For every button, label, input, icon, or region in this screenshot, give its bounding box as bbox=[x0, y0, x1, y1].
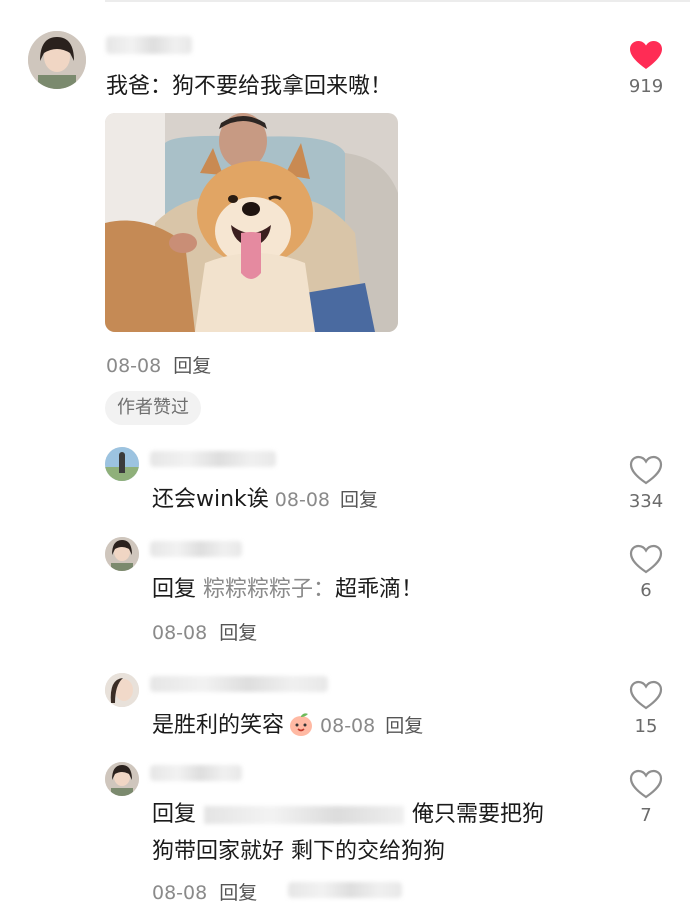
like-count: 6 bbox=[640, 580, 652, 601]
like-button[interactable]: 7 bbox=[616, 769, 676, 826]
heart-outline-icon bbox=[629, 680, 663, 710]
author-liked-badge: 作者赞过 bbox=[105, 391, 201, 425]
avatar[interactable] bbox=[105, 447, 139, 481]
reply-target-blurred[interactable] bbox=[204, 806, 405, 824]
reply-row: 是胜利的笑容 08-08 回复 bbox=[152, 711, 423, 741]
reply-button[interactable]: 回复 bbox=[385, 715, 423, 737]
username-blurred[interactable] bbox=[150, 676, 328, 692]
reply-meta: 08-08 回复 bbox=[152, 878, 257, 905]
like-count: 7 bbox=[640, 805, 652, 826]
username-blurred[interactable] bbox=[106, 36, 192, 54]
like-button[interactable]: 334 bbox=[616, 455, 676, 512]
reply-button[interactable]: 回复 bbox=[219, 882, 257, 904]
reply-date: 08-08 bbox=[274, 489, 331, 511]
comment-text: 我爸：狗不要给我拿回来嗷！ bbox=[106, 74, 393, 99]
peach-face-emoji bbox=[290, 713, 313, 736]
reply-meta: 08-08 回复 bbox=[152, 618, 257, 645]
like-button[interactable]: 15 bbox=[616, 680, 676, 737]
avatar[interactable] bbox=[105, 537, 139, 571]
username-blurred[interactable] bbox=[150, 541, 242, 557]
heart-filled-icon bbox=[630, 41, 662, 69]
reply-text-line2: 狗带回家就好 剩下的交给狗狗 bbox=[152, 839, 445, 864]
reply-text-line1: 俺只需要把狗 bbox=[412, 802, 545, 827]
username-blurred[interactable] bbox=[150, 451, 276, 467]
heart-outline-icon bbox=[629, 769, 663, 799]
reply-button[interactable]: 回复 bbox=[219, 622, 257, 644]
reply-prefix: 回复 bbox=[152, 802, 197, 827]
reply-row: 还会wink诶 08-08 回复 bbox=[152, 485, 378, 515]
comment-date: 08-08 bbox=[106, 355, 162, 377]
heart-outline-icon bbox=[629, 544, 663, 574]
like-button[interactable]: 919 bbox=[616, 40, 676, 97]
like-count: 919 bbox=[628, 76, 664, 97]
reply-button[interactable]: 回复 bbox=[173, 355, 211, 377]
like-count: 15 bbox=[634, 716, 658, 737]
reply-row: 回复 粽粽粽粽子：超乖滴！ bbox=[152, 575, 423, 605]
watermark-blurred bbox=[288, 882, 402, 898]
like-count: 334 bbox=[628, 491, 664, 512]
comment-photo[interactable] bbox=[105, 113, 398, 332]
reply-text: 还会wink诶 bbox=[152, 487, 269, 512]
reply-date: 08-08 bbox=[152, 622, 208, 644]
avatar[interactable] bbox=[28, 31, 86, 89]
reply-text: 是胜利的笑容 bbox=[152, 713, 285, 738]
avatar[interactable] bbox=[105, 673, 139, 707]
reply-text: 超乖滴！ bbox=[335, 577, 424, 602]
reply-target-name[interactable]: 粽粽粽粽子： bbox=[203, 577, 335, 602]
reply-button[interactable]: 回复 bbox=[340, 489, 378, 511]
comment-meta: 08-08 回复 bbox=[106, 351, 211, 378]
like-button[interactable]: 6 bbox=[616, 544, 676, 601]
reply-date: 08-08 bbox=[320, 715, 376, 737]
heart-outline-icon bbox=[629, 455, 663, 485]
avatar[interactable] bbox=[105, 762, 139, 796]
reply-prefix: 回复 bbox=[152, 577, 197, 602]
reply-date: 08-08 bbox=[152, 882, 208, 904]
reply-row: 回复 俺只需要把狗 bbox=[152, 800, 544, 830]
username-blurred[interactable] bbox=[150, 765, 242, 781]
divider bbox=[105, 0, 690, 2]
